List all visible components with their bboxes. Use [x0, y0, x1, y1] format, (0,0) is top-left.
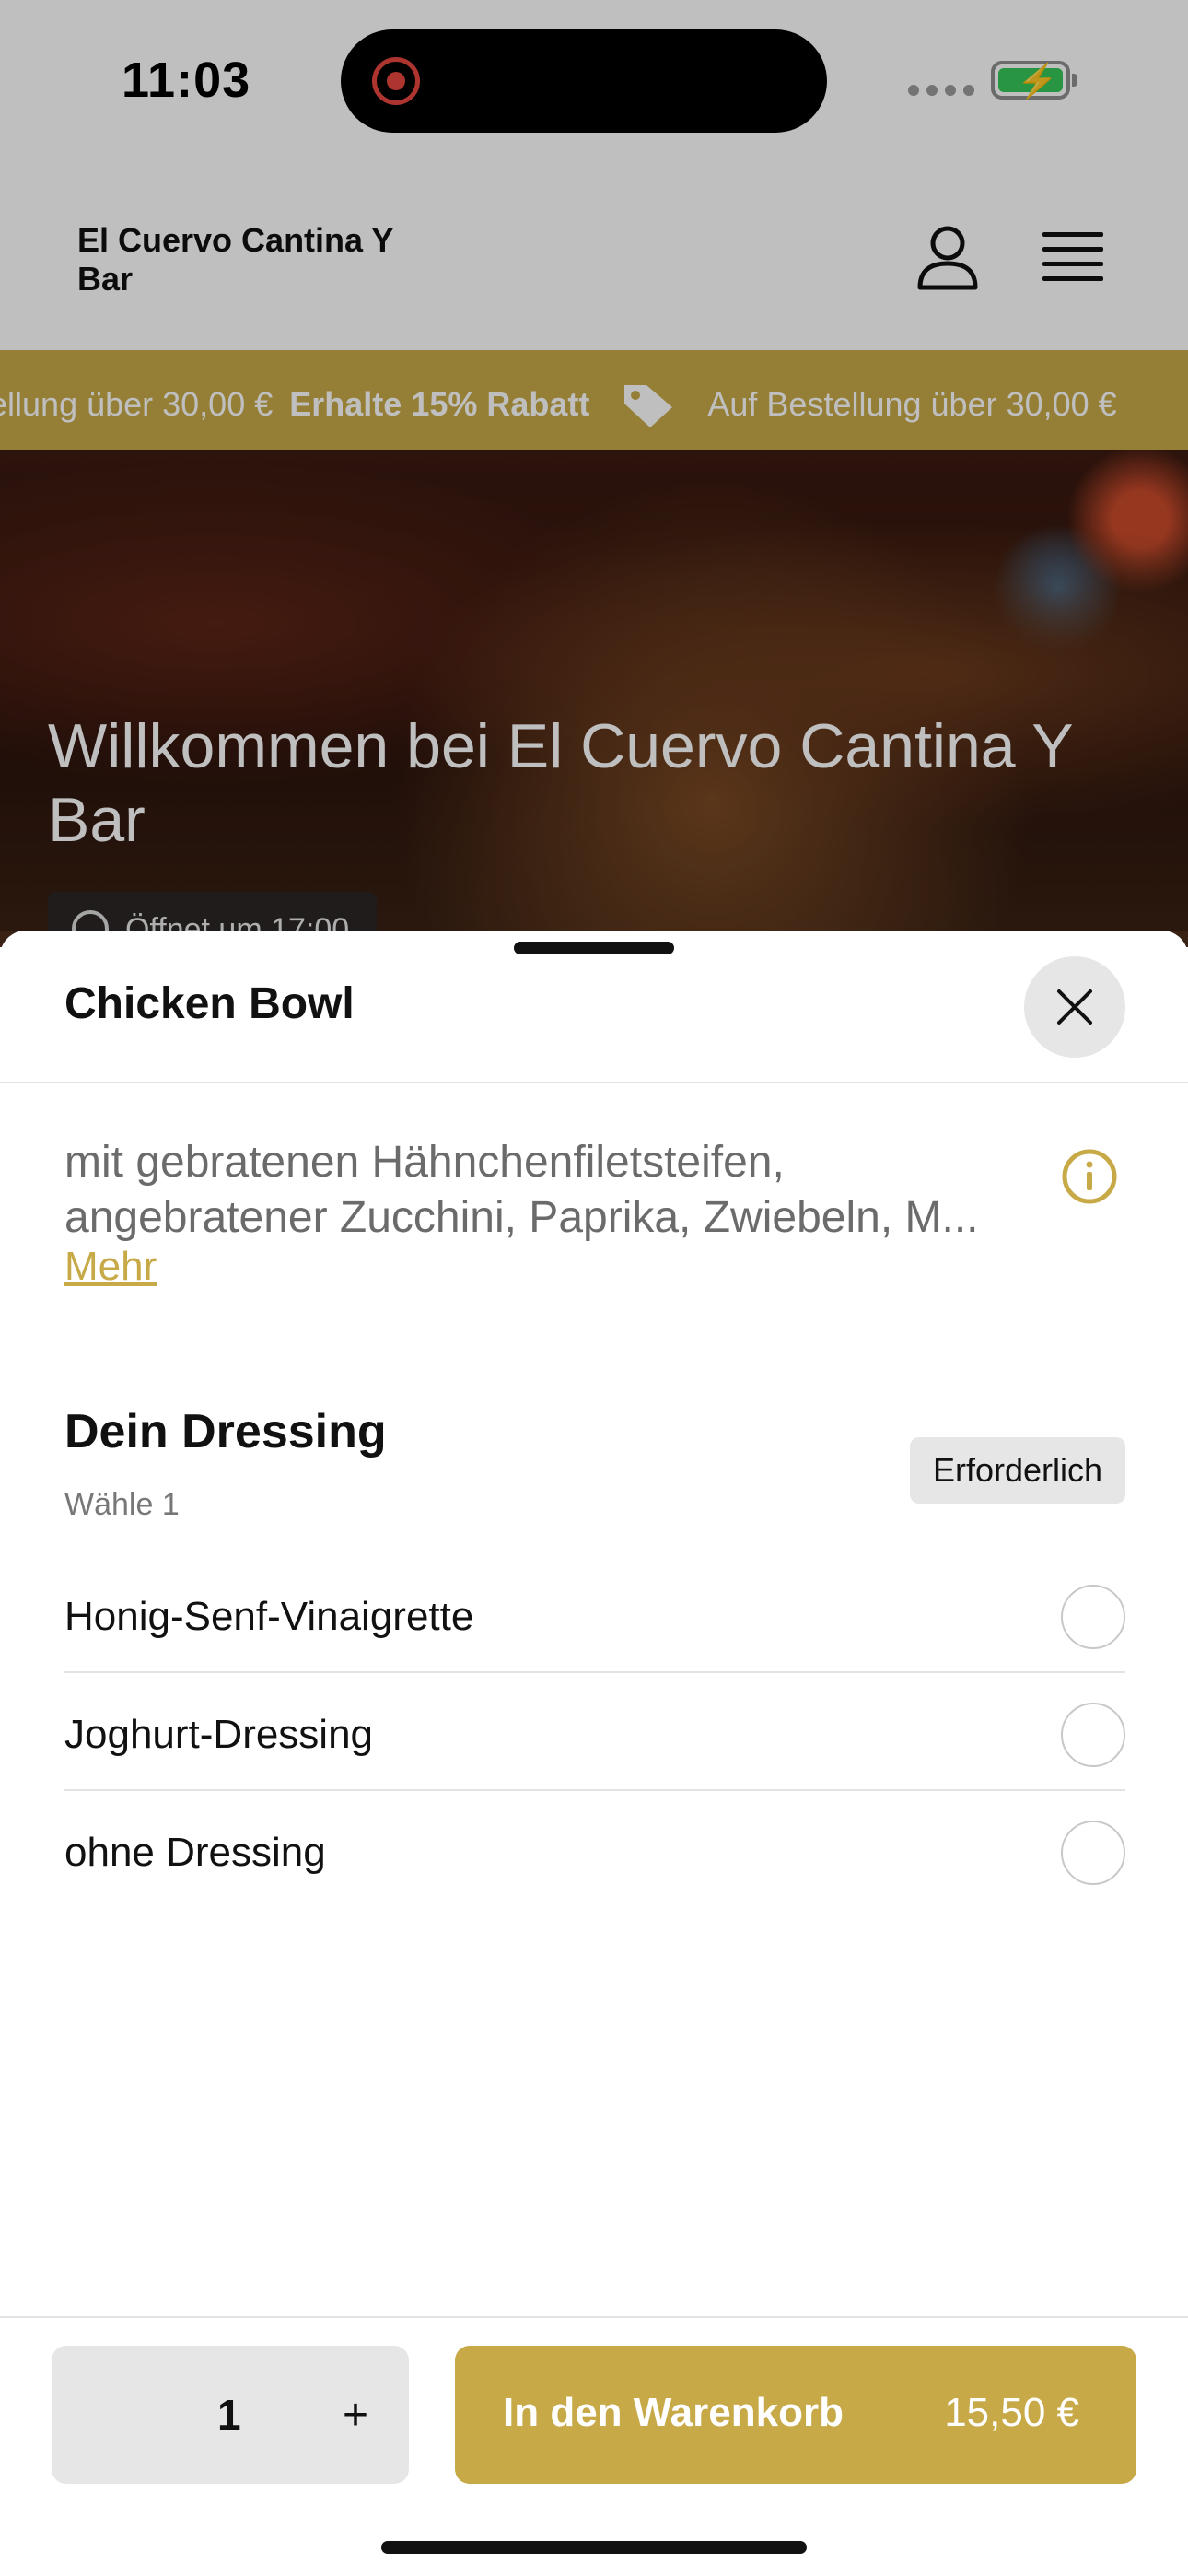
more-link[interactable]: Mehr — [64, 1244, 157, 1290]
description-line: mit gebratenen Hähnchenfiletsteifen, — [64, 1138, 785, 1187]
home-indicator[interactable] — [381, 2541, 807, 2554]
add-to-cart-button[interactable]: In den Warenkorb 15,50 € — [455, 2346, 1136, 2484]
sheet-grabber[interactable] — [514, 942, 674, 954]
divider — [0, 1082, 1188, 1083]
add-to-cart-label: In den Warenkorb — [503, 2390, 844, 2435]
required-badge: Erforderlich — [910, 1437, 1125, 1504]
option-label: Joghurt-Dressing — [64, 1712, 374, 1757]
close-button[interactable] — [1024, 956, 1125, 1058]
option-row[interactable]: ohne Dressing — [64, 1793, 1125, 1909]
product-description: mit gebratenen Hähnchenfiletsteifen, ang… — [64, 1135, 1059, 1246]
quantity-stepper: 1 + — [52, 2346, 409, 2484]
option-label: Honig-Senf-Vinaigrette — [64, 1594, 474, 1639]
option-radio[interactable] — [1061, 1821, 1125, 1885]
option-group-title: Dein Dressing — [64, 1405, 387, 1458]
option-radio[interactable] — [1061, 1703, 1125, 1767]
divider — [0, 2316, 1188, 2318]
option-row[interactable]: Honig-Senf-Vinaigrette — [64, 1557, 1125, 1673]
option-row[interactable]: Joghurt-Dressing — [64, 1675, 1125, 1791]
increment-button[interactable]: + — [328, 2379, 383, 2453]
option-radio[interactable] — [1061, 1585, 1125, 1649]
product-title: Chicken Bowl — [64, 979, 355, 1028]
product-sheet: Chicken Bowl mit gebratenen Hähnchenfile… — [0, 931, 1188, 2576]
option-label: ohne Dressing — [64, 1830, 326, 1875]
quantity-value: 1 — [217, 2391, 241, 2439]
backdrop-overlay[interactable] — [0, 0, 1188, 931]
description-line: angebratener Zucchini, Paprika, Zwiebeln… — [64, 1193, 979, 1242]
option-group-subtitle: Wähle 1 — [64, 1487, 180, 1522]
close-icon — [1057, 989, 1092, 1025]
info-icon[interactable] — [1061, 1148, 1118, 1205]
cart-price: 15,50 € — [944, 2390, 1079, 2435]
screen: 11:03 ⚡ El Cuervo Cantina Y Bar stellung… — [0, 0, 1188, 2576]
